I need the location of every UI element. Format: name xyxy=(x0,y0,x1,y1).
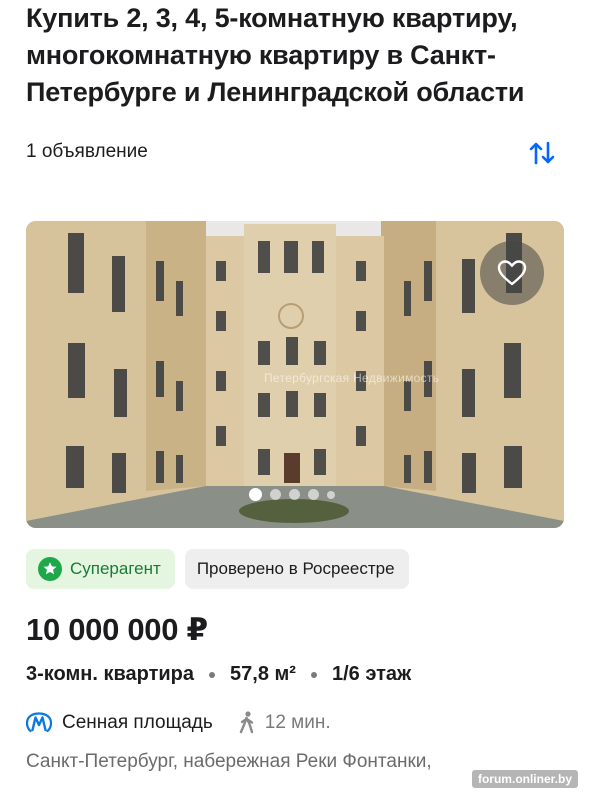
pagination-dot[interactable] xyxy=(249,488,262,501)
separator-dot xyxy=(209,671,216,678)
rooms-param: 3-комн. квартира xyxy=(26,663,195,685)
site-watermark: forum.onliner.by xyxy=(471,770,578,788)
verified-label: Проверено в Росреестре xyxy=(196,559,395,578)
metro-icon xyxy=(26,712,52,733)
results-count: 1 объявление xyxy=(26,141,148,162)
superagent-badge[interactable]: Суперагент xyxy=(26,549,175,589)
listing-badges: Суперагент Проверено в Росреестре xyxy=(26,549,409,589)
photo-watermark: Петербургская Недвижимость xyxy=(264,371,440,385)
photo-pagination xyxy=(249,488,335,501)
sort-arrows-icon xyxy=(529,141,555,165)
metro-station: Сенная площадь xyxy=(62,712,213,733)
listing-photo[interactable]: Петербургская Недвижимость xyxy=(26,221,564,528)
metro-info: Сенная площадь 12 мин. xyxy=(26,710,331,736)
pagination-dot[interactable] xyxy=(308,489,319,500)
favorite-button[interactable] xyxy=(480,241,544,305)
star-badge-icon xyxy=(38,557,62,581)
sort-button[interactable] xyxy=(528,140,556,166)
floor-param: 1/6 этаж xyxy=(331,663,412,685)
listing-params: 3-комн. квартира 57,8 м² 1/6 этаж xyxy=(26,663,411,686)
rosreestr-verified-badge[interactable]: Проверено в Росреестре xyxy=(184,549,409,589)
favorite-heart-icon xyxy=(497,260,527,286)
page-title: Купить 2, 3, 4, 5-комнатную квартиру, мн… xyxy=(26,3,525,107)
results-bar: 1 объявление xyxy=(26,140,556,166)
area-param: 57,8 м² xyxy=(230,663,296,685)
pagination-dot[interactable] xyxy=(289,489,300,500)
separator-dot xyxy=(310,671,317,678)
superagent-label: Суперагент xyxy=(70,559,161,578)
listing-price: 10 000 000 ₽ xyxy=(26,612,208,647)
walking-person-icon xyxy=(239,711,253,734)
pagination-dot[interactable] xyxy=(327,490,335,499)
pagination-dot[interactable] xyxy=(270,489,281,500)
walk-time: 12 мин. xyxy=(264,712,331,733)
